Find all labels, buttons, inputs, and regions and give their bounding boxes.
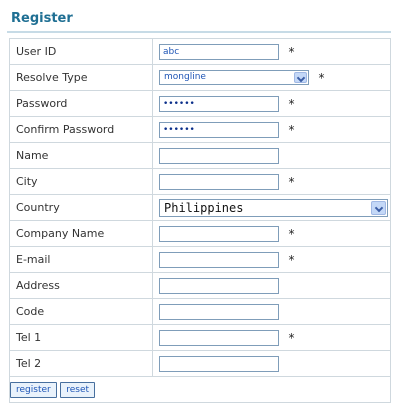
tel-1-input[interactable]: [159, 329, 279, 346]
tel-2-label: Tel 2: [9, 350, 153, 377]
row-company-name: Company Name *: [9, 220, 391, 247]
required-marker: *: [288, 226, 295, 241]
required-marker: *: [288, 122, 295, 137]
required-marker: *: [288, 330, 295, 345]
required-marker: *: [288, 44, 295, 59]
address-input[interactable]: [159, 277, 279, 294]
country-label: Country: [9, 194, 153, 221]
code-input[interactable]: [159, 303, 279, 320]
email-label: E-mail: [9, 246, 153, 273]
title-divider: [7, 31, 391, 33]
row-password: Password •••••• *: [9, 90, 391, 117]
required-marker: *: [318, 70, 325, 85]
reset-button[interactable]: reset: [60, 381, 96, 398]
name-input[interactable]: [159, 147, 279, 164]
row-email: E-mail *: [9, 246, 391, 273]
password-input[interactable]: ••••••: [159, 95, 279, 112]
confirm-password-input[interactable]: ••••••: [159, 121, 279, 138]
city-label: City: [9, 168, 153, 195]
chevron-down-icon[interactable]: [294, 72, 307, 83]
country-value: Philippines: [164, 200, 244, 215]
name-label: Name: [9, 142, 153, 169]
resolve-type-label: Resolve Type: [9, 64, 153, 91]
row-resolve-type: Resolve Type mongline *: [9, 64, 391, 91]
row-tel-1: Tel 1 *: [9, 324, 391, 351]
user-id-input[interactable]: abc: [159, 43, 279, 60]
user-id-label: User ID: [9, 38, 153, 65]
register-form: User ID abc * Resolve Type mongline * Pa…: [9, 38, 391, 403]
company-name-label: Company Name: [9, 220, 153, 247]
company-name-input[interactable]: [159, 225, 279, 242]
page-title: Register: [11, 11, 73, 26]
tel-1-label: Tel 1: [9, 324, 153, 351]
row-code: Code: [9, 298, 391, 325]
row-confirm-password: Confirm Password •••••• *: [9, 116, 391, 143]
email-input[interactable]: [159, 251, 279, 268]
confirm-password-label: Confirm Password: [9, 116, 153, 143]
row-buttons: register reset: [9, 376, 391, 403]
row-city: City *: [9, 168, 391, 195]
address-label: Address: [9, 272, 153, 299]
resolve-type-select[interactable]: mongline: [159, 70, 309, 85]
row-name: Name: [9, 142, 391, 169]
password-label: Password: [9, 90, 153, 117]
row-tel-2: Tel 2: [9, 350, 391, 377]
required-marker: *: [288, 252, 295, 267]
required-marker: *: [288, 96, 295, 111]
row-address: Address: [9, 272, 391, 299]
country-select[interactable]: Philippines: [159, 198, 388, 217]
tel-2-input[interactable]: [159, 355, 279, 372]
city-input[interactable]: [159, 173, 279, 190]
required-marker: *: [288, 174, 295, 189]
resolve-type-value: mongline: [164, 72, 206, 82]
register-button[interactable]: register: [10, 381, 57, 398]
chevron-down-icon[interactable]: [371, 200, 386, 215]
row-country: Country Philippines: [9, 194, 391, 221]
row-user-id: User ID abc *: [9, 38, 391, 65]
code-label: Code: [9, 298, 153, 325]
